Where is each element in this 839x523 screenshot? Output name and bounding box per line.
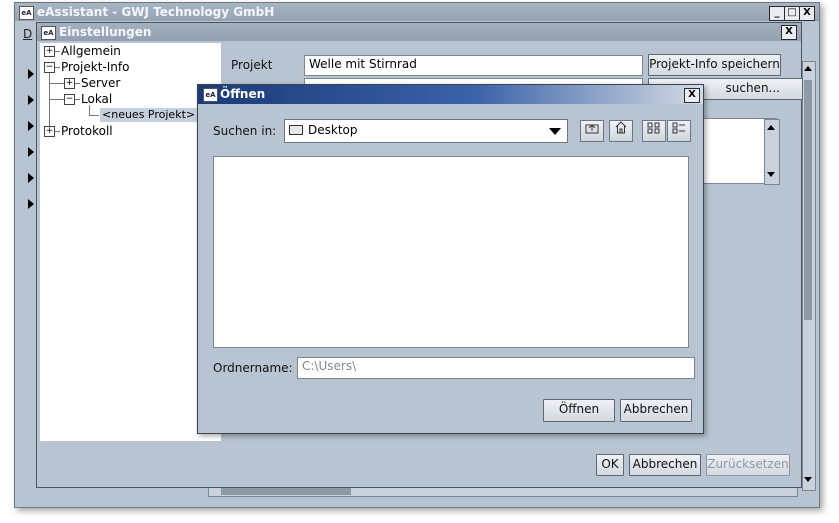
reset-button[interactable]: Zurücksetzen (706, 454, 790, 476)
settings-tree: + Allgemein − Projekt-Info + Server − Lo… (40, 43, 221, 441)
folder-name-label: Ordnername: (213, 361, 293, 375)
open-button[interactable]: Öffnen (543, 399, 615, 422)
close-icon[interactable]: X (781, 25, 797, 40)
collapse-icon[interactable]: − (44, 62, 55, 73)
scroll-down-icon[interactable] (804, 477, 812, 482)
settings-logo-icon: eA (41, 26, 56, 40)
expand-arrow-icon[interactable] (28, 173, 34, 183)
open-dialog-title-bar[interactable]: eA Öffnen X (198, 85, 703, 104)
close-icon[interactable]: X (799, 6, 815, 21)
list-view-icon[interactable] (642, 120, 666, 142)
expand-arrow-icon[interactable] (28, 121, 34, 131)
expand-icon[interactable]: + (64, 78, 75, 89)
app-title-bar[interactable]: eA eAssistant - GWJ Technology GmbH _ □ … (15, 3, 819, 21)
scroll-up-icon[interactable] (804, 66, 812, 71)
tree-item-protokoll[interactable]: Protokoll (61, 124, 113, 138)
tree-item-projekt-info[interactable]: Projekt-Info (61, 60, 129, 74)
up-folder-icon[interactable] (580, 120, 604, 142)
folder-name-input[interactable]: C:\Users\ (297, 357, 695, 379)
projekt-input[interactable]: Welle mit Stirnrad (304, 55, 643, 76)
scroll-up-icon[interactable] (767, 125, 775, 130)
tree-item-neues-projekt[interactable]: <neues Projekt> (100, 108, 198, 122)
scroll-down-icon[interactable] (767, 172, 775, 177)
expand-arrow-icon[interactable] (28, 69, 34, 79)
expand-arrow-icon[interactable] (28, 147, 34, 157)
settings-title-bar[interactable]: eA Einstellungen X (37, 23, 801, 41)
folder-icon (289, 125, 303, 135)
projekt-label: Projekt (231, 58, 273, 72)
maximize-icon[interactable]: □ (784, 6, 800, 21)
main-scrollbar[interactable] (802, 61, 816, 491)
tree-item-lokal[interactable]: Lokal (81, 92, 112, 106)
list-scrollbar[interactable] (764, 119, 780, 185)
file-list[interactable] (213, 156, 689, 348)
expand-icon[interactable]: + (44, 46, 55, 57)
expand-icon[interactable]: + (44, 126, 55, 137)
details-view-icon[interactable] (667, 120, 691, 142)
look-in-select[interactable]: Desktop (284, 119, 568, 143)
minimize-icon[interactable]: _ (769, 6, 785, 21)
open-dialog-title: Öffnen (220, 87, 266, 101)
home-icon[interactable] (609, 120, 633, 142)
app-logo-icon: eA (19, 6, 34, 20)
open-cancel-button[interactable]: Abbrechen (620, 399, 692, 422)
scroll-thumb[interactable] (804, 80, 812, 320)
chevron-down-icon[interactable] (549, 128, 561, 135)
open-dialog: eA Öffnen X Suchen in: Desktop Ordnernam… (197, 84, 704, 434)
tree-item-server[interactable]: Server (81, 76, 120, 90)
save-project-info-button[interactable]: Projekt-Info speichern (648, 54, 781, 76)
menu-item-first[interactable]: D (23, 27, 32, 41)
app-title: eAssistant - GWJ Technology GmbH (37, 5, 275, 19)
collapse-icon[interactable]: − (64, 94, 75, 105)
close-icon[interactable]: X (684, 88, 700, 103)
ok-button[interactable]: OK (596, 454, 624, 476)
tree-item-allgemein[interactable]: Allgemein (61, 44, 121, 58)
cancel-button[interactable]: Abbrechen (629, 454, 701, 476)
open-logo-icon: eA (203, 88, 218, 102)
look-in-label: Suchen in: (213, 124, 277, 138)
expand-arrow-icon[interactable] (28, 199, 34, 209)
expand-arrow-icon[interactable] (28, 95, 34, 105)
settings-title: Einstellungen (59, 25, 152, 39)
look-in-value: Desktop (308, 123, 358, 137)
hscroll-thumb[interactable] (221, 487, 351, 495)
